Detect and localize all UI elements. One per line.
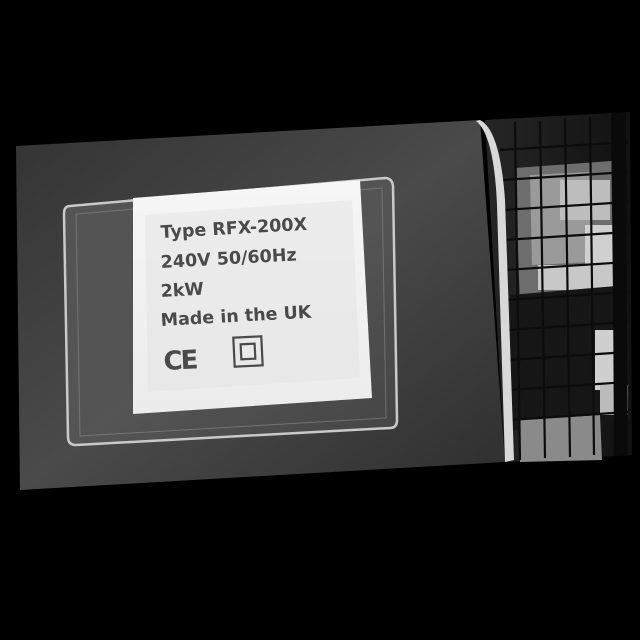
label-power-line: 2kW bbox=[160, 280, 204, 302]
rating-label: Type RFX-200X 240V 50/60Hz 2kW Made in t… bbox=[133, 180, 372, 414]
rating-label-photo: Type RFX-200X 240V 50/60Hz 2kW Made in t… bbox=[0, 0, 640, 640]
ce-mark-icon: CE bbox=[163, 345, 198, 377]
